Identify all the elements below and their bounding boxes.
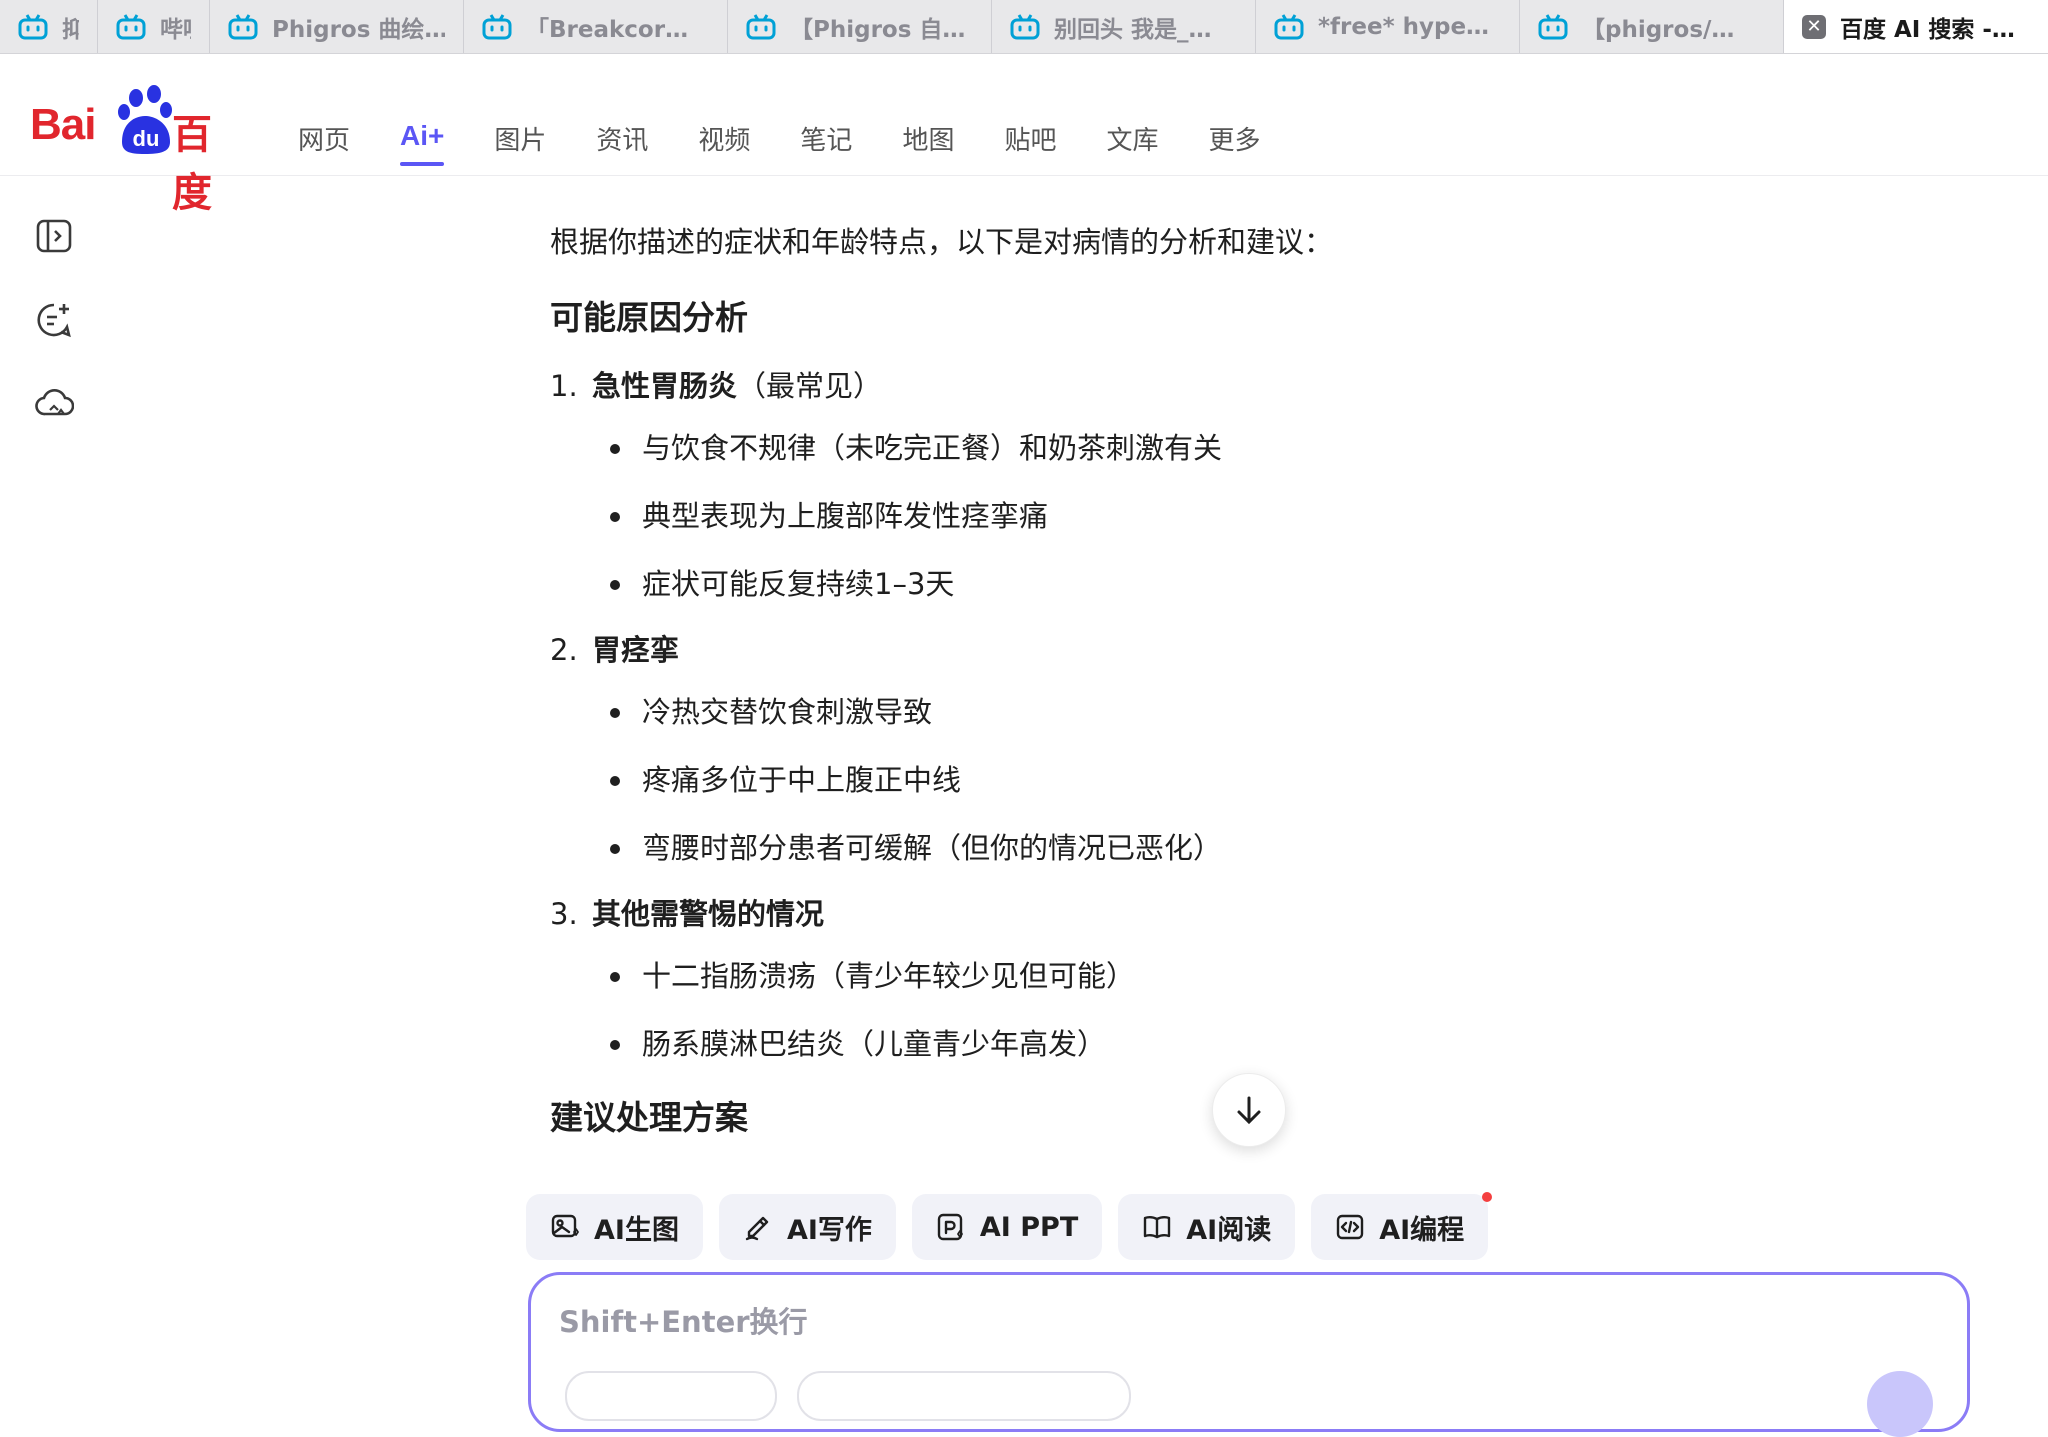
list-item-title: 胃痉挛 — [592, 633, 680, 667]
pen-write-icon — [745, 1216, 769, 1241]
bilibili-tv-icon — [1538, 14, 1568, 40]
header: Bai du 百度 网页 Ai+ 图片 资讯 视频 笔记 地图 贴吧 文库 更多 — [0, 54, 2048, 216]
send-button[interactable] — [1867, 1371, 1933, 1437]
bullet-item: 疼痛多位于中上腹正中线 — [550, 760, 1550, 800]
bilibili-tv-icon — [1010, 14, 1040, 40]
tab-label: Phigros 曲绘… — [272, 17, 445, 43]
list-number: 3. — [550, 897, 578, 931]
baidu-logo[interactable]: Bai du 百度 — [30, 85, 240, 216]
tab[interactable]: 别回头 我是_… — [992, 0, 1256, 53]
nav-item-7[interactable]: 贴吧 — [1004, 120, 1056, 166]
tool-chip-1[interactable]: AI写作 — [718, 1194, 896, 1260]
image-gen-icon — [551, 1214, 579, 1238]
list-item: 3. 其他需警惕的情况 — [550, 894, 1550, 934]
nav-item-5[interactable]: 笔记 — [800, 120, 852, 166]
left-rail — [34, 216, 74, 468]
bilibili-tv-icon — [228, 14, 258, 40]
bullet-item: 症状可能反复持续1–3天 — [550, 564, 1550, 604]
nav-item-4[interactable]: 视频 — [698, 120, 750, 166]
cloud-sync-icon[interactable] — [34, 384, 74, 424]
bullet-item: 肠系膜淋巴结炎（儿童青少年高发） — [550, 1024, 1550, 1064]
notification-dot — [1482, 1192, 1493, 1202]
logo-bai: Bai — [30, 100, 96, 149]
chat-input-box — [528, 1272, 1970, 1437]
bullet-list: 十二指肠溃疡（青少年较少见但可能） 肠系膜淋巴结炎（儿童青少年高发） — [550, 956, 1550, 1064]
input-option-pill-1[interactable] — [565, 1371, 777, 1421]
svg-text:du: du — [133, 126, 160, 151]
search-vertical-nav: 网页 Ai+ 图片 资讯 视频 笔记 地图 贴吧 文库 更多 — [298, 120, 1311, 166]
code-icon — [1337, 1214, 1364, 1240]
tab-label: 哔哩 — [160, 17, 191, 43]
tab-label: *free* hype… — [1318, 14, 1490, 40]
answer-intro: 根据你描述的症状和年龄特点，以下是对病情的分析和建议： — [550, 225, 1334, 259]
tab[interactable]: 【phigros/… — [1520, 0, 1784, 53]
browser-tab-strip: 抑 哔哩 Phigros 曲绘… 「Breakcor… 【Phigros 自… 别回头 … — [0, 0, 2048, 54]
nav-item-9[interactable]: 更多 — [1208, 120, 1260, 166]
chat-input[interactable] — [559, 1299, 1859, 1349]
nav-item-2[interactable]: 图片 — [494, 120, 546, 166]
section-heading-causes: 可能原因分析 — [550, 298, 748, 337]
tab-label: 别回头 我是_… — [1054, 17, 1212, 43]
tool-chip-3[interactable]: AI阅读 — [1118, 1194, 1296, 1260]
bilibili-tv-icon — [116, 14, 146, 40]
tool-chip-0[interactable]: AI生图 — [526, 1194, 703, 1260]
new-chat-icon[interactable] — [34, 300, 74, 340]
list-number: 2. — [550, 633, 578, 667]
bilibili-tv-icon — [1274, 14, 1304, 40]
tab-label: 【Phigros 自… — [790, 17, 966, 43]
sidebar-toggle-icon[interactable] — [34, 216, 74, 256]
bilibili-tv-icon — [482, 14, 512, 40]
nav-item-6[interactable]: 地图 — [902, 120, 954, 166]
list-item: 1. 急性胃肠炎（最常见） — [550, 366, 1550, 406]
list-item: 2. 胃痉挛 — [550, 630, 1550, 670]
list-item-title: 急性胃肠炎 — [592, 369, 738, 403]
tab-label: 【phigros/… — [1582, 17, 1735, 43]
tab-label: 「Breakcor… — [526, 17, 689, 43]
bilibili-tv-icon — [746, 14, 776, 40]
tab[interactable]: 哔哩 — [98, 0, 210, 53]
tool-chip-label: AI写作 — [786, 1214, 872, 1246]
nav-item-8[interactable]: 文库 — [1106, 120, 1158, 166]
tab-active[interactable]: ✕ 百度 AI 搜索 -… — [1784, 0, 2048, 53]
tool-chip-2[interactable]: AI PPT — [911, 1194, 1103, 1260]
list-item-note: （最常见） — [737, 369, 883, 403]
bullet-list: 冷热交替饮食刺激导致 疼痛多位于中上腹正中线 弯腰时部分患者可缓解（但你的情况已恶化… — [550, 692, 1550, 868]
tab[interactable]: 【Phigros 自… — [728, 0, 992, 53]
bullet-item: 典型表现为上腹部阵发性痉挛痛 — [550, 496, 1550, 536]
input-option-pill-2[interactable] — [797, 1371, 1131, 1421]
list-item-title: 其他需警惕的情况 — [592, 897, 825, 931]
tab-label: 百度 AI 搜索 -… — [1840, 17, 2015, 43]
bullet-item: 弯腰时部分患者可缓解（但你的情况已恶化） — [550, 828, 1550, 868]
scroll-to-bottom-button[interactable] — [1212, 1073, 1286, 1147]
causes-list: 1. 急性胃肠炎（最常见） 与饮食不规律（未吃完正餐）和奶茶刺激有关 典型表现为上腹部… — [550, 366, 1550, 1064]
tool-chip-4[interactable]: AI编程 — [1311, 1192, 1493, 1260]
tab-label: 抑 — [62, 10, 79, 44]
tab[interactable]: 「Breakcor… — [464, 0, 728, 53]
tab[interactable]: 抑 — [0, 0, 98, 53]
tool-chip-label: AI阅读 — [1186, 1214, 1272, 1246]
tool-chip-label: AI生图 — [594, 1214, 679, 1246]
tool-chip-label: AI PPT — [979, 1211, 1079, 1243]
nav-item-1[interactable]: Ai+ — [400, 120, 445, 166]
arrow-down-icon — [1237, 1096, 1261, 1125]
bullet-list: 与饮食不规律（未吃完正餐）和奶茶刺激有关 典型表现为上腹部阵发性痉挛痛 症状可能反复… — [550, 428, 1550, 604]
book-read-icon — [1144, 1216, 1171, 1239]
logo-baidu-chinese: 百度 — [172, 112, 212, 216]
ai-tool-chips: AI生图 AI写作 AI PPT AI阅读 AI编程 — [526, 1192, 1493, 1260]
ai-answer-content: 根据你描述的症状和年龄特点，以下是对病情的分析和建议： 可能原因分析 1. 急性胃… — [550, 222, 1550, 1140]
bullet-item: 冷热交替饮食刺激导致 — [550, 692, 1550, 732]
tab[interactable]: *free* hype… — [1256, 0, 1520, 53]
ppt-icon — [937, 1213, 963, 1241]
section-heading-treatment: 建议处理方案 — [550, 1098, 748, 1137]
close-icon[interactable]: ✕ — [1802, 15, 1826, 39]
tab[interactable]: Phigros 曲绘… — [210, 0, 464, 53]
bullet-item: 十二指肠溃疡（青少年较少见但可能） — [550, 956, 1550, 996]
nav-item-3[interactable]: 资讯 — [596, 120, 648, 166]
nav-item-0[interactable]: 网页 — [298, 120, 350, 166]
tool-chip-label: AI编程 — [1379, 1214, 1465, 1246]
bullet-item: 与饮食不规律（未吃完正餐）和奶茶刺激有关 — [550, 428, 1550, 468]
list-number: 1. — [550, 369, 578, 403]
bilibili-tv-icon — [18, 14, 48, 40]
